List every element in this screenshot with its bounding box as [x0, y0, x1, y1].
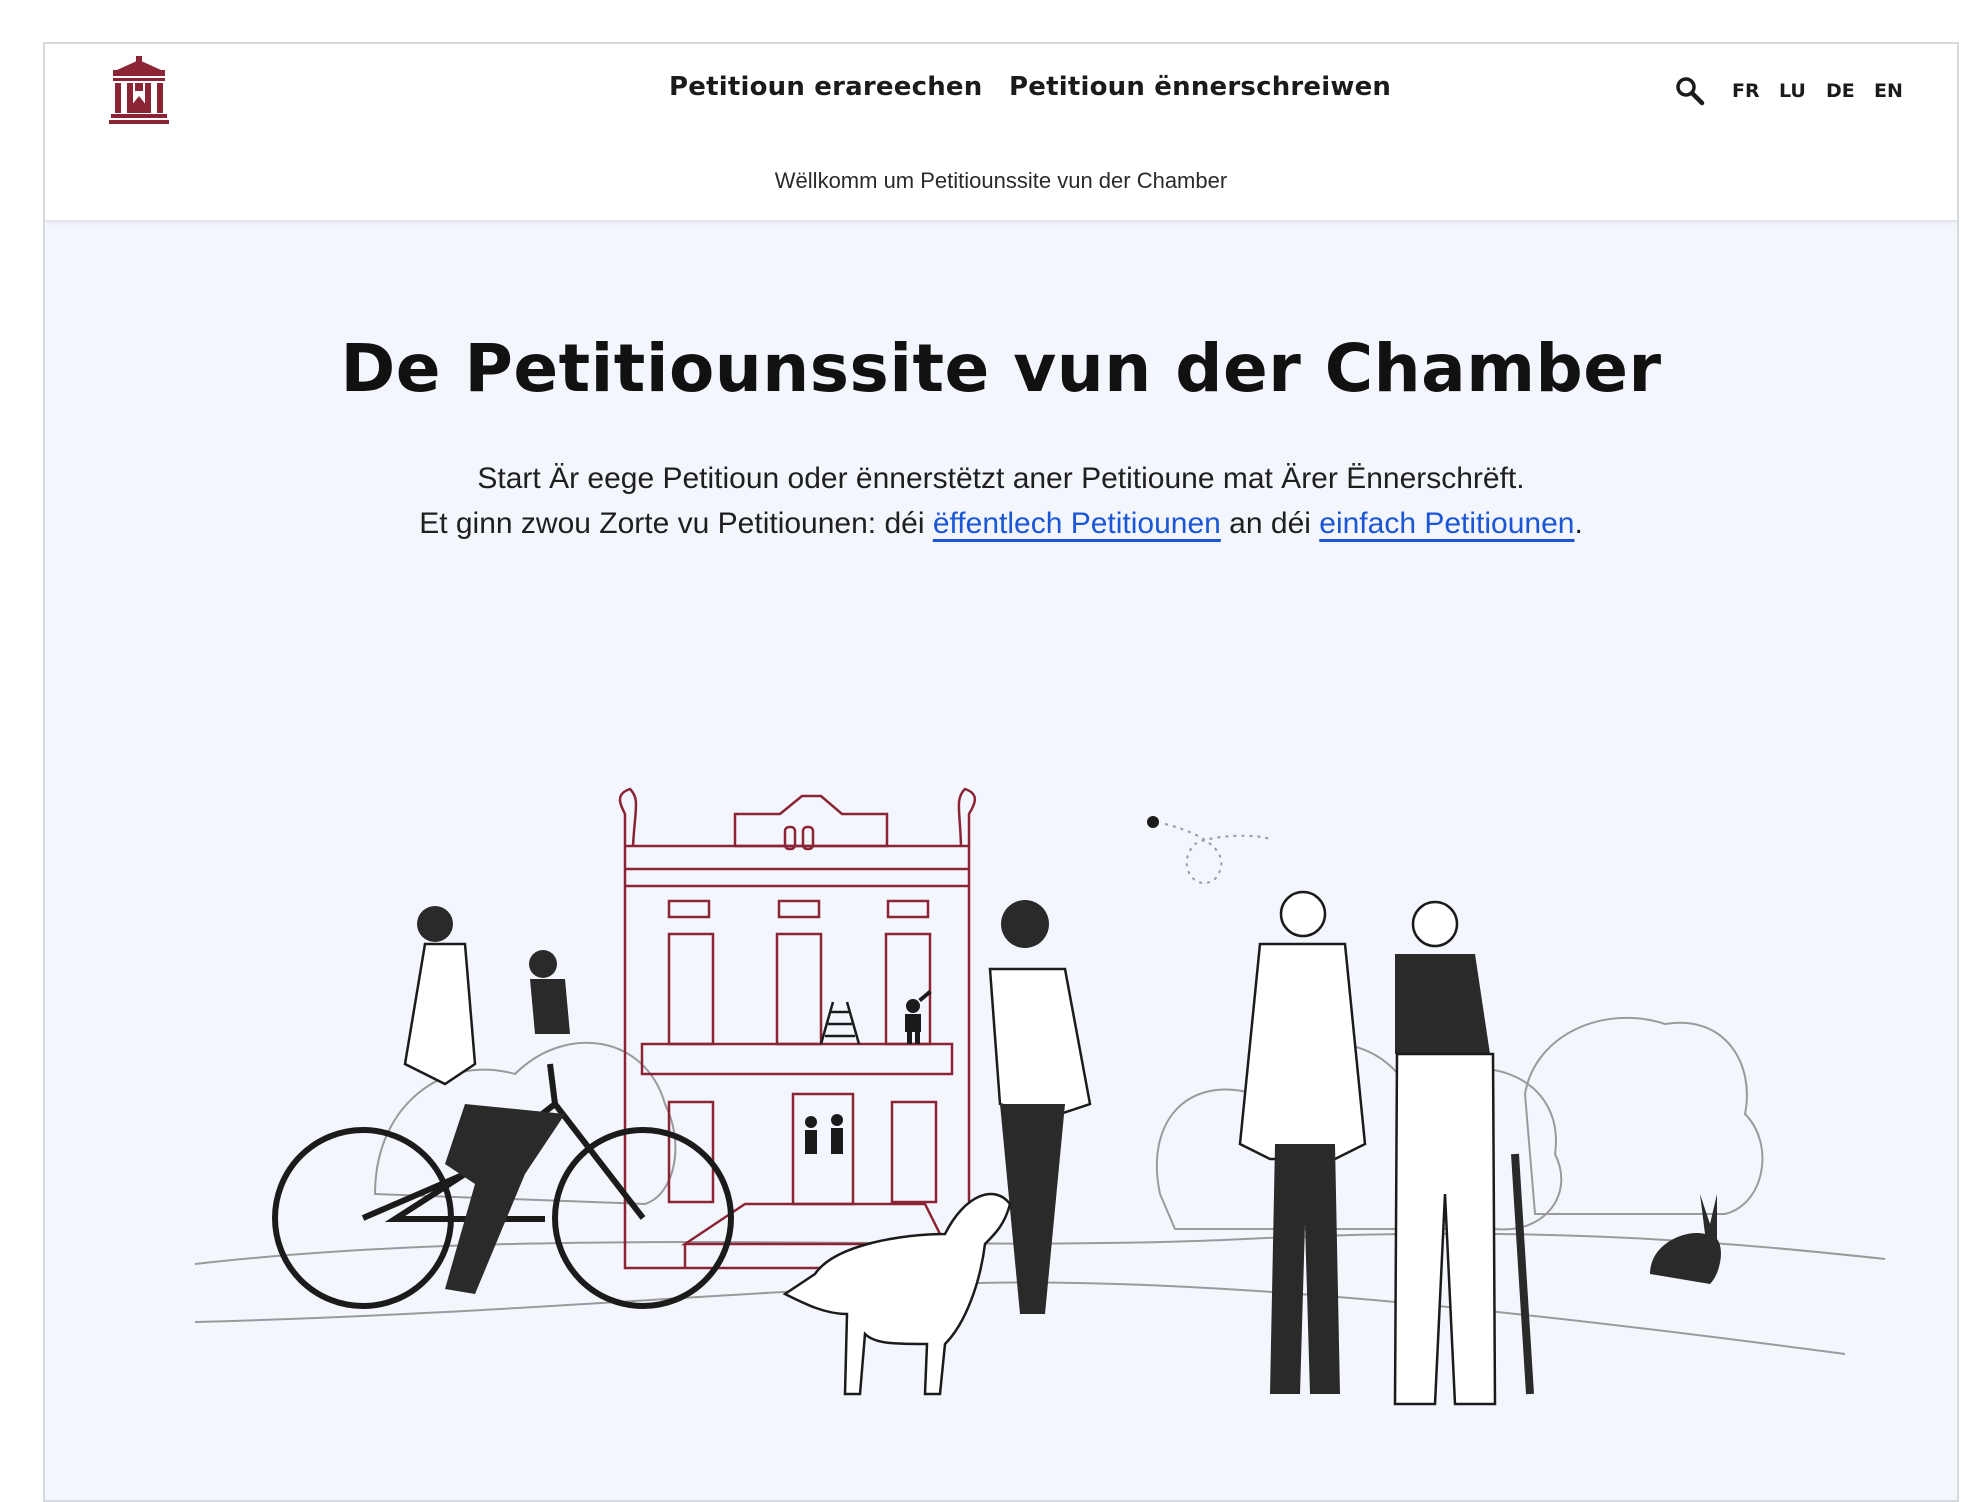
hero-illustration	[194, 787, 1886, 1406]
page-frame: Petitioun erareechen Petitioun ënnerschr…	[43, 42, 1959, 1502]
